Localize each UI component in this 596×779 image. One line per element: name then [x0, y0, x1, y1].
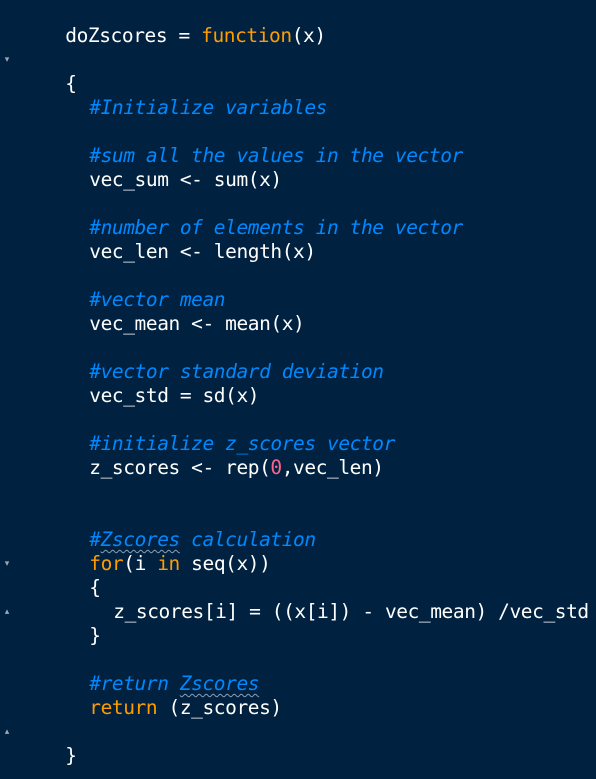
code-line-zscore-assign[interactable]: z_scores[i] = ((x[i]) - vec_mean) /vec_s…	[68, 576, 589, 623]
code-line-open-brace[interactable]: {	[20, 48, 77, 95]
statement-vec-len: vec_len <- length(x)	[89, 240, 316, 263]
code-line-comment-sum[interactable]: #sum all the values in the vector	[44, 120, 463, 167]
code-line-comment-initialize[interactable]: #Initialize variables	[44, 72, 327, 119]
return-value: (z_scores)	[157, 696, 283, 719]
function-args: (x)	[291, 24, 326, 47]
statement-rep-pre: z_scores <- rep(	[89, 456, 271, 479]
number-literal-zero: 0	[270, 456, 282, 479]
assign-operator: =	[167, 24, 202, 47]
code-line-comment-return[interactable]: #return Zscores	[44, 648, 259, 695]
statement-rep-post: ,vec_len)	[281, 456, 384, 479]
keyword-function: function	[201, 24, 292, 47]
function-name: doZscores	[65, 24, 168, 47]
code-line-close-brace[interactable]: }	[20, 720, 77, 767]
loop-var: (i	[123, 552, 158, 575]
code-line-for-loop[interactable]: for(i in seq(x))	[44, 528, 271, 575]
code-line-comment-std[interactable]: #vector standard deviation	[44, 336, 384, 383]
fold-toggle-loop-icon[interactable]: ▾	[2, 559, 12, 569]
statement-vec-std: vec_std = sd(x)	[89, 384, 260, 407]
statement-vec-sum: vec_sum <- sum(x)	[89, 168, 282, 191]
loop-close-brace: }	[89, 624, 101, 647]
keyword-in: in	[157, 552, 180, 575]
code-line-vec-len[interactable]: vec_len <- length(x)	[44, 216, 316, 263]
fold-toggle-function-icon[interactable]: ▾	[2, 55, 12, 65]
fold-end-function-icon[interactable]: ▴	[2, 727, 12, 737]
fold-end-loop-icon[interactable]: ▴	[2, 607, 12, 617]
code-line-comment-length[interactable]: #number of elements in the vector	[44, 192, 463, 239]
code-line-function-def[interactable]: doZscores = function(x)	[20, 0, 326, 47]
fold-gutter: ▾ ▾ ▴ ▴	[0, 0, 14, 779]
loop-seq: seq(x))	[179, 552, 271, 575]
close-brace: }	[65, 744, 77, 767]
code-line-comment-calculation[interactable]: #Zscores calculation	[44, 504, 316, 551]
code-line-loop-open-brace[interactable]: {	[44, 552, 101, 599]
code-line-vec-sum[interactable]: vec_sum <- sum(x)	[44, 144, 282, 191]
code-line-loop-close-brace[interactable]: }	[44, 600, 101, 647]
code-line-return[interactable]: return (z_scores)	[44, 672, 282, 719]
comment-initialize: #Initialize variables	[89, 96, 328, 119]
code-editor[interactable]: ▾ ▾ ▴ ▴ doZscores = function(x) { #Initi…	[0, 0, 596, 779]
code-line-zscores-init[interactable]: z_scores <- rep(0,vec_len)	[44, 432, 384, 479]
keyword-return: return	[89, 696, 158, 719]
statement-zscore-assign: z_scores[i] = ((x[i]) - vec_mean) /vec_s…	[113, 600, 589, 623]
code-line-vec-mean[interactable]: vec_mean <- mean(x)	[44, 288, 305, 335]
code-line-vec-std[interactable]: vec_std = sd(x)	[44, 360, 259, 407]
code-line-comment-mean[interactable]: #vector mean	[44, 264, 225, 311]
code-line-comment-zscores-init[interactable]: #initialize z_scores vector	[44, 408, 395, 455]
statement-vec-mean: vec_mean <- mean(x)	[89, 312, 305, 335]
